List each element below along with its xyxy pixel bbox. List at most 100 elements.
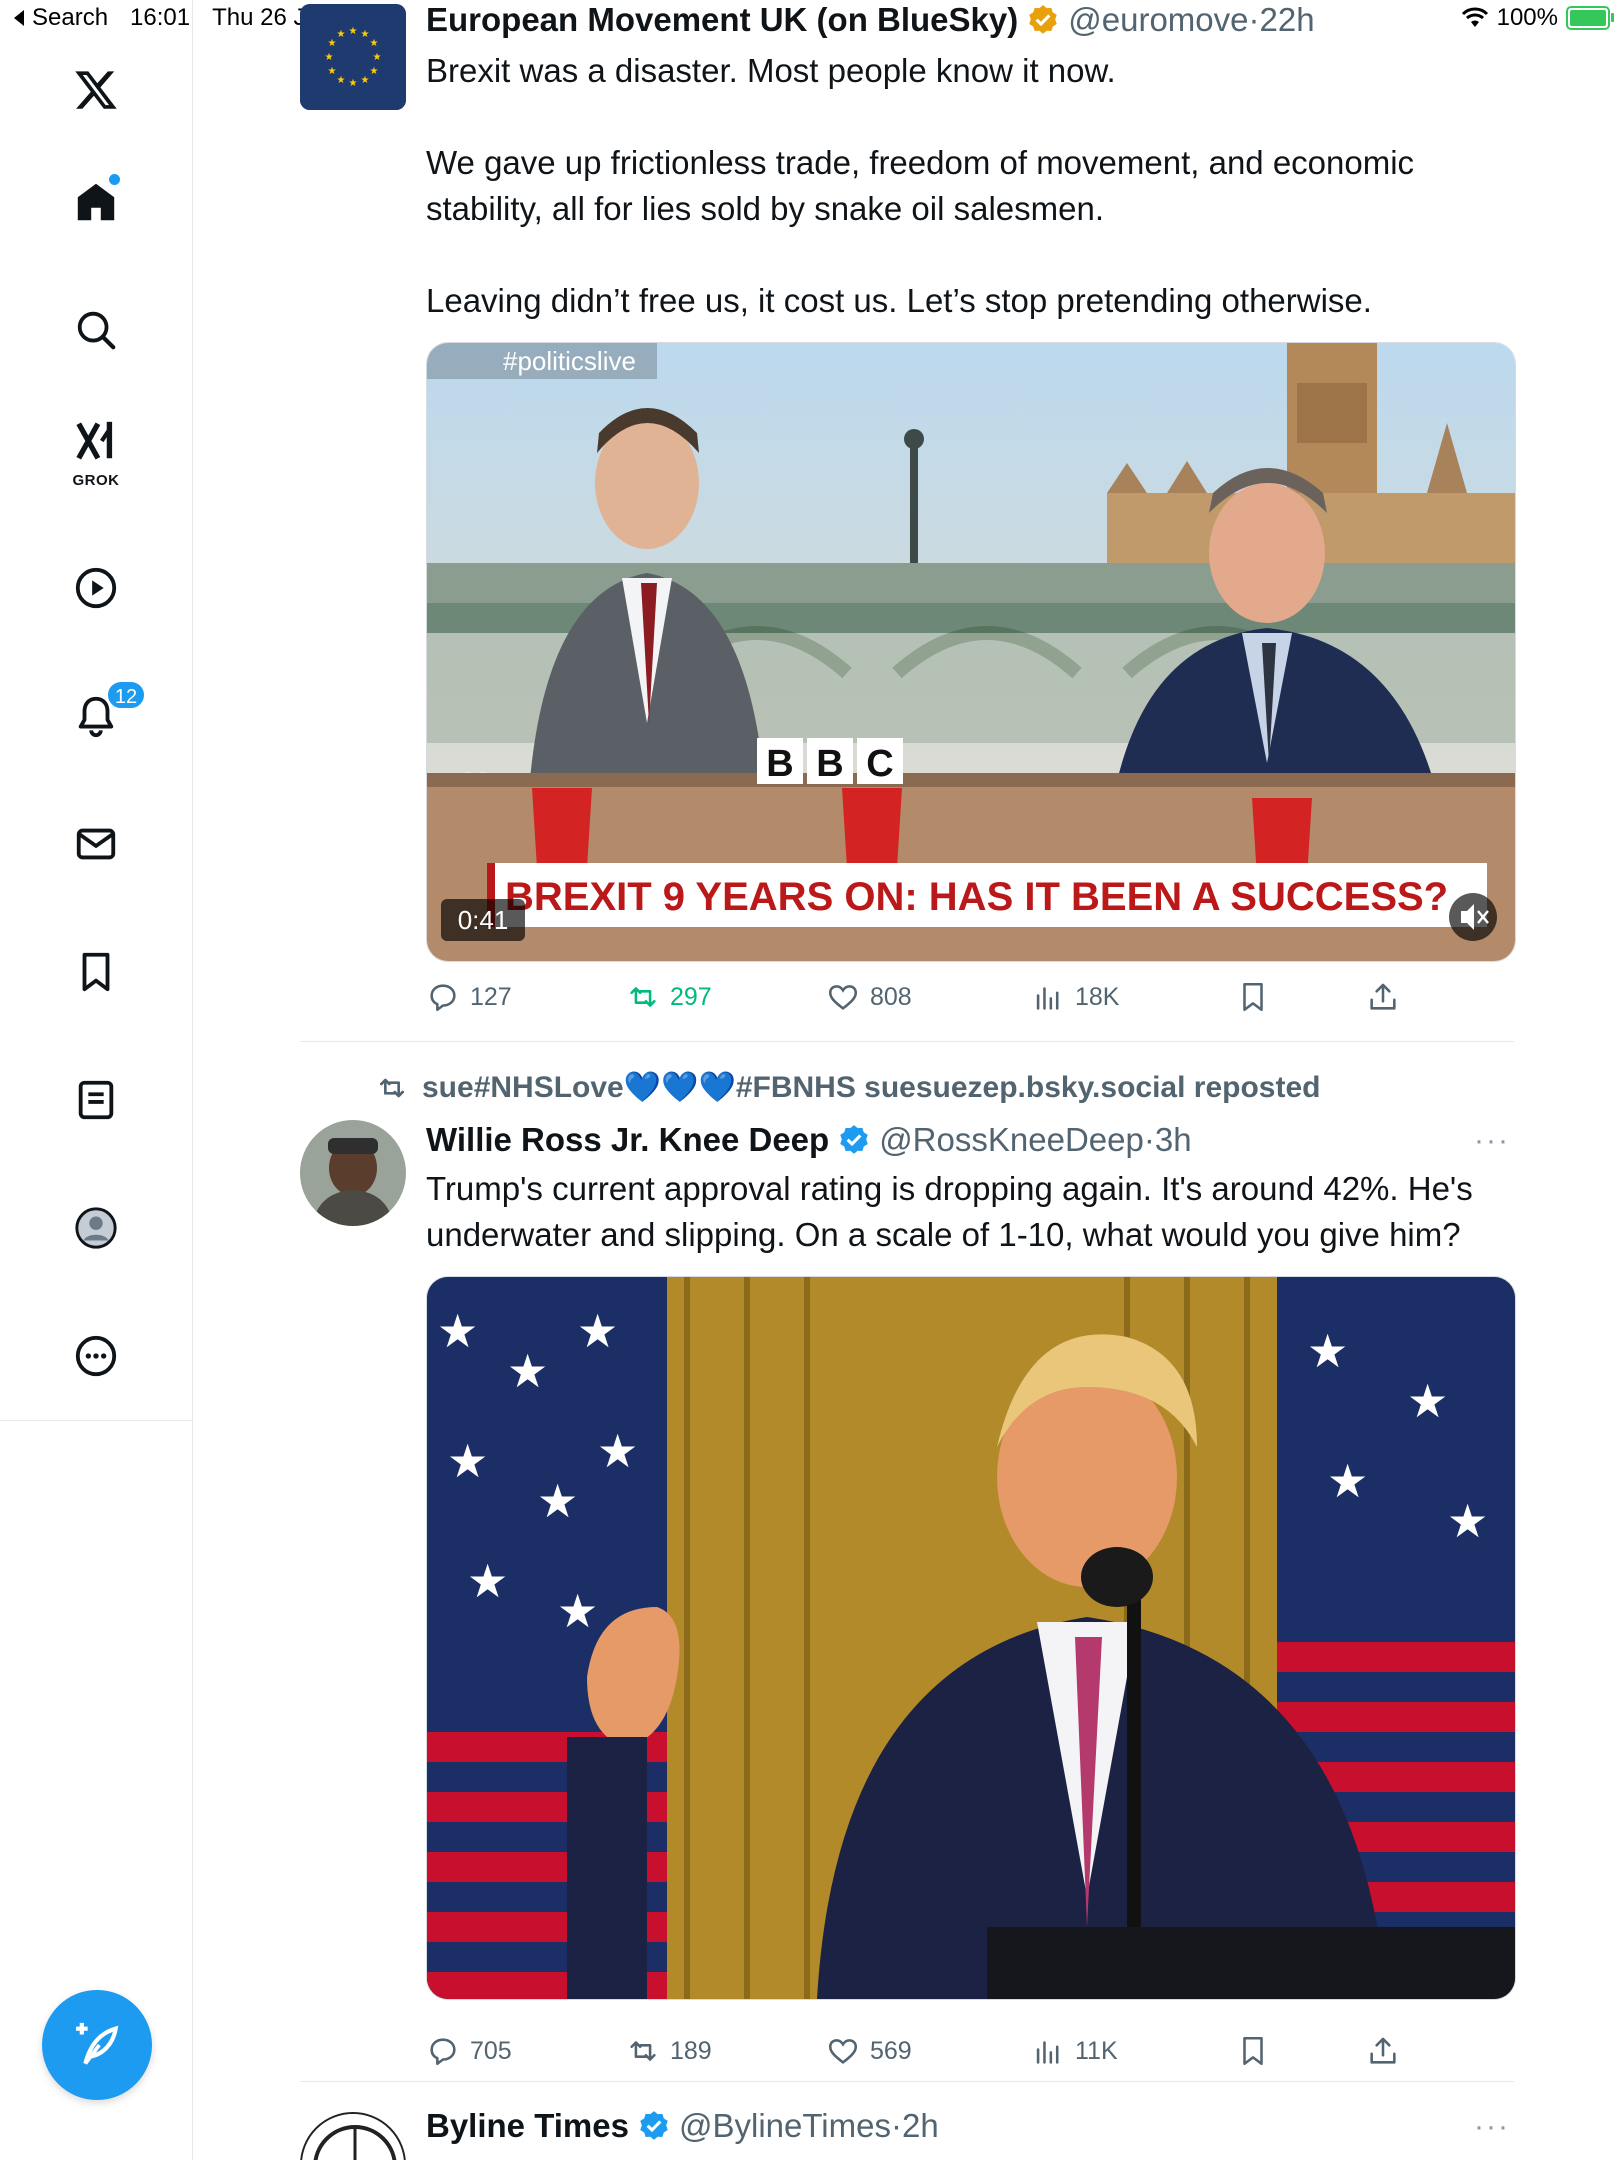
tweet-header: Byline Times @BylineTimes · 2h xyxy=(426,2106,1514,2146)
sidebar: GROK 12 xyxy=(0,0,193,2160)
views-chart-icon xyxy=(1036,987,1059,1010)
repost-hearts: 💙💙💙 xyxy=(623,1071,736,1104)
timestamp[interactable]: 22h xyxy=(1260,0,1315,40)
bookmark-button[interactable] xyxy=(1236,980,1270,1014)
tweet-paragraph: Trump's current approval rating is dropp… xyxy=(426,1170,1473,1253)
list-icon xyxy=(78,1080,114,1120)
bbc-logo-letter: B xyxy=(816,743,843,785)
separator-dot: · xyxy=(1248,1,1260,38)
avatar[interactable] xyxy=(300,1120,406,1226)
views-button[interactable]: 18K xyxy=(1031,980,1119,1014)
nav-bookmarks[interactable] xyxy=(56,932,136,1012)
tweet-paragraph: Leaving didn’t free us, it cost us. Let’… xyxy=(426,282,1372,319)
tweet-video[interactable]: oli B B C xyxy=(426,342,1516,962)
reply-count: 127 xyxy=(470,982,512,1011)
avatar[interactable]: ★ ★ ★ ★ ★ ★ ★ ★ ★ ★ ★ ★ xyxy=(300,4,406,110)
video-duration: 0:41 xyxy=(458,905,509,935)
video-frame: oli B B C xyxy=(427,343,1515,961)
timestamp[interactable]: 3h xyxy=(1155,1120,1192,1160)
tweet-euromove[interactable]: ★ ★ ★ ★ ★ ★ ★ ★ ★ ★ ★ ★ European Movement UK (on … xyxy=(300,0,1516,1040)
svg-text:★: ★ xyxy=(1407,1374,1448,1428)
repost-user: sue#NHSLove xyxy=(422,1071,624,1104)
video-ticker: BREXIT 9 YEARS ON: HAS IT BEEN A SUCCESS… xyxy=(505,875,1448,919)
like-button[interactable]: 569 xyxy=(826,2034,912,2068)
nav-profile[interactable] xyxy=(56,1188,136,1268)
tweet-rosskneedeep[interactable]: Willie Ross Jr. Knee Deep @RossKneeDeep … xyxy=(300,1120,1516,2080)
handle[interactable]: @RossKneeDeep xyxy=(879,1120,1144,1160)
bookmark-button[interactable] xyxy=(1236,2034,1270,2068)
svg-text:★: ★ xyxy=(507,1344,548,1398)
search-icon xyxy=(77,311,116,350)
nav-lists[interactable] xyxy=(56,1060,136,1140)
grok-icon xyxy=(76,421,113,460)
share-icon xyxy=(1370,983,1396,1010)
tweet-photo[interactable]: ★ ★ ★ ★ ★ ★ ★ ★ ★ ★ ★ ★ xyxy=(426,1276,1516,2000)
avatar[interactable] xyxy=(300,2112,406,2160)
svg-text:★: ★ xyxy=(447,1434,488,1488)
reply-icon xyxy=(430,984,456,1012)
nav-home[interactable] xyxy=(56,162,136,242)
nav-grok[interactable]: GROK xyxy=(56,410,136,490)
share-button[interactable] xyxy=(1366,980,1400,1014)
globe-logo-avatar-icon xyxy=(302,2114,404,2160)
svg-text:★: ★ xyxy=(1327,1454,1368,1508)
battery-fill xyxy=(1570,10,1606,26)
nav-x-logo[interactable] xyxy=(56,50,136,130)
play-icon xyxy=(75,567,117,609)
bbc-logo-letter: C xyxy=(866,743,893,785)
more-options-button[interactable]: ··· xyxy=(1474,1124,1510,1158)
repost-context[interactable]: sue#NHSLove💙💙💙#FBNHS suesuezep.bsky.soci… xyxy=(376,1070,1320,1105)
more-options-button[interactable]: ··· xyxy=(1474,2110,1510,2144)
repost-icon xyxy=(630,987,656,1007)
tweet-header: Willie Ross Jr. Knee Deep @RossKneeDeep … xyxy=(426,1120,1514,1160)
display-name[interactable]: Willie Ross Jr. Knee Deep xyxy=(426,1120,829,1160)
more-circle-icon xyxy=(75,1335,117,1377)
compose-button[interactable] xyxy=(42,1990,152,2100)
display-name[interactable]: Byline Times xyxy=(426,2106,629,2146)
repost-icon xyxy=(380,1078,404,1097)
nav-messages[interactable] xyxy=(56,804,136,884)
notifications-badge: 12 xyxy=(106,680,146,710)
grok-label: GROK xyxy=(72,472,120,489)
avatar-icon xyxy=(75,1207,117,1249)
repost-icon xyxy=(630,2041,656,2061)
nav-more[interactable] xyxy=(56,1316,136,1396)
reply-button[interactable]: 127 xyxy=(426,980,512,1014)
tweet-divider xyxy=(300,2081,1514,2082)
tweet-header: European Movement UK (on BlueSky) @eurom… xyxy=(426,0,1514,40)
handle[interactable]: @BylineTimes xyxy=(679,2106,891,2146)
repost-button[interactable]: 297 xyxy=(626,980,712,1014)
nav-video[interactable] xyxy=(56,548,136,628)
timestamp[interactable]: 2h xyxy=(902,2106,939,2146)
repost-count: 297 xyxy=(670,982,712,1011)
svg-text:★: ★ xyxy=(467,1554,508,1608)
like-button[interactable]: 808 xyxy=(826,980,912,1014)
svg-text:★: ★ xyxy=(349,26,358,37)
nav-notifications[interactable]: 12 xyxy=(56,676,146,756)
separator-dot: · xyxy=(1143,1121,1155,1158)
heart-icon xyxy=(828,985,858,1010)
compose-feather-icon xyxy=(76,2022,119,2065)
verified-gold-badge-icon xyxy=(1029,5,1057,34)
verified-blue-badge-icon xyxy=(840,1125,868,1154)
views-chart-icon xyxy=(1036,2041,1059,2064)
handle[interactable]: @euromove xyxy=(1068,0,1248,40)
tweet-paragraph: We gave up frictionless trade, freedom o… xyxy=(426,144,1415,227)
svg-text:★: ★ xyxy=(328,66,337,77)
view-count: 11K xyxy=(1075,2036,1118,2065)
display-name[interactable]: European Movement UK (on BlueSky) xyxy=(426,0,1018,40)
mute-button[interactable] xyxy=(1449,893,1497,941)
views-button[interactable]: 11K xyxy=(1031,2034,1118,2068)
svg-text:★: ★ xyxy=(361,29,370,40)
svg-text:★: ★ xyxy=(370,66,379,77)
svg-text:★: ★ xyxy=(537,1474,578,1528)
tweet-actions: 705 189 569 11K xyxy=(426,2034,1514,2080)
nav-explore[interactable] xyxy=(56,290,136,370)
share-button[interactable] xyxy=(1366,2034,1400,2068)
svg-text:★: ★ xyxy=(437,1304,478,1358)
reply-button[interactable]: 705 xyxy=(426,2034,512,2068)
repost-button[interactable]: 189 xyxy=(626,2034,712,2068)
tweet-bylinetimes[interactable]: Byline Times @BylineTimes · 2h ··· xyxy=(300,2106,1514,2160)
sidebar-divider xyxy=(0,1420,192,1421)
svg-text:★: ★ xyxy=(337,29,346,40)
